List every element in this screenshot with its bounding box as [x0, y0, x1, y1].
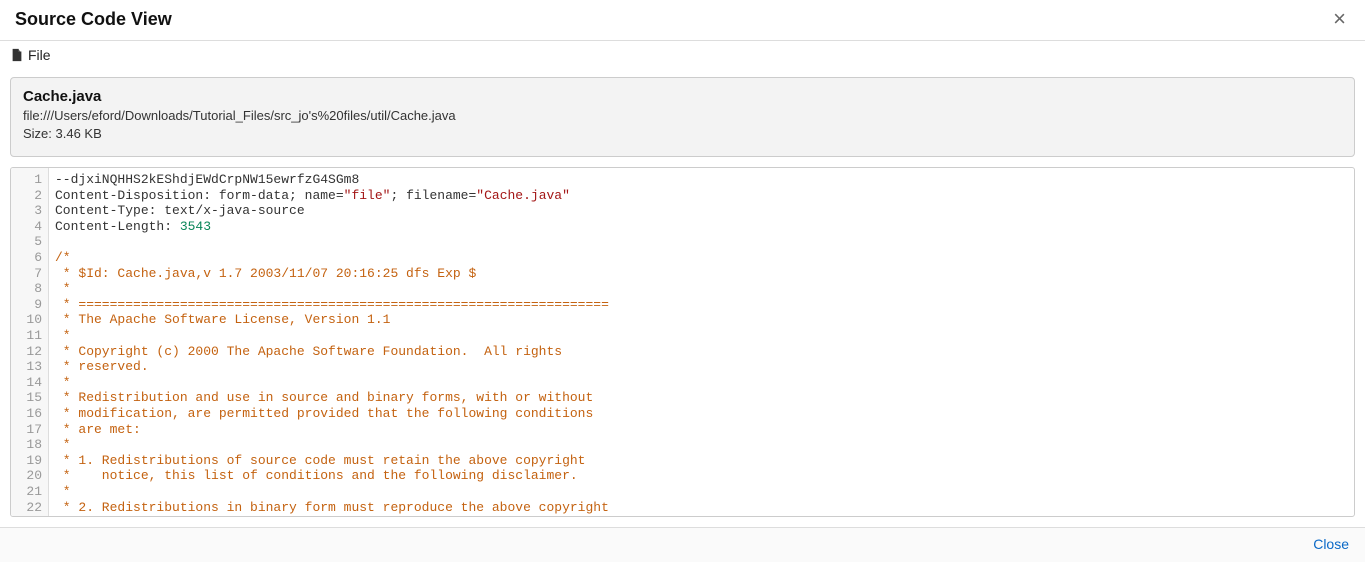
code-line: *: [55, 437, 1348, 453]
menu-bar: File: [0, 41, 1365, 73]
code-line: *: [55, 281, 1348, 297]
code-line: * ======================================…: [55, 297, 1348, 313]
close-icon[interactable]: ×: [1329, 8, 1350, 30]
code-line: *: [55, 375, 1348, 391]
close-button[interactable]: Close: [1313, 536, 1349, 552]
code-viewer: 12345678910111213141516171819202122 --dj…: [10, 167, 1355, 517]
line-number: 11: [19, 328, 42, 344]
file-menu-label: File: [28, 47, 51, 63]
code-line: Content-Length: 3543: [55, 219, 1348, 235]
code-line: * Redistribution and use in source and b…: [55, 390, 1348, 406]
code-line: * reserved.: [55, 359, 1348, 375]
line-number: 13: [19, 359, 42, 375]
file-name: Cache.java: [23, 88, 1342, 105]
code-body: --djxiNQHHS2kEShdjEWdCrpNW15ewrfzG4SGm8C…: [49, 168, 1354, 516]
modal-title: Source Code View: [15, 9, 172, 30]
code-line: --djxiNQHHS2kEShdjEWdCrpNW15ewrfzG4SGm8: [55, 172, 1348, 188]
file-path: file:///Users/eford/Downloads/Tutorial_F…: [23, 107, 1342, 125]
line-number: 2: [19, 188, 42, 204]
line-number: 16: [19, 406, 42, 422]
file-menu-button[interactable]: File: [10, 47, 51, 63]
line-number: 1: [19, 172, 42, 188]
code-line: *: [55, 328, 1348, 344]
code-line: Content-Type: text/x-java-source: [55, 203, 1348, 219]
line-number: 15: [19, 390, 42, 406]
line-number: 20: [19, 468, 42, 484]
code-line: * $Id: Cache.java,v 1.7 2003/11/07 20:16…: [55, 266, 1348, 282]
line-number: 12: [19, 344, 42, 360]
code-line: Content-Disposition: form-data; name="fi…: [55, 188, 1348, 204]
code-line: * Copyright (c) 2000 The Apache Software…: [55, 344, 1348, 360]
code-scroll-area[interactable]: 12345678910111213141516171819202122 --dj…: [11, 168, 1354, 516]
code-line: * are met:: [55, 422, 1348, 438]
line-number: 4: [19, 219, 42, 235]
code-line: * notice, this list of conditions and th…: [55, 468, 1348, 484]
code-line: *: [55, 484, 1348, 500]
line-number: 9: [19, 297, 42, 313]
code-line: * 2. Redistributions in binary form must…: [55, 500, 1348, 516]
line-number: 7: [19, 266, 42, 282]
line-number: 6: [19, 250, 42, 266]
code-line: * The Apache Software License, Version 1…: [55, 312, 1348, 328]
modal-footer: Close: [0, 527, 1365, 562]
line-number: 10: [19, 312, 42, 328]
line-number: 14: [19, 375, 42, 391]
line-number: 18: [19, 437, 42, 453]
file-size: Size: 3.46 KB: [23, 125, 1342, 143]
line-number: 5: [19, 234, 42, 250]
file-info-panel: Cache.java file:///Users/eford/Downloads…: [10, 77, 1355, 157]
line-number-gutter: 12345678910111213141516171819202122: [11, 168, 49, 516]
line-number: 19: [19, 453, 42, 469]
code-line: * 1. Redistributions of source code must…: [55, 453, 1348, 469]
file-icon: [10, 48, 24, 62]
line-number: 8: [19, 281, 42, 297]
line-number: 17: [19, 422, 42, 438]
code-line: /*: [55, 250, 1348, 266]
line-number: 3: [19, 203, 42, 219]
line-number: 21: [19, 484, 42, 500]
code-line: * modification, are permitted provided t…: [55, 406, 1348, 422]
code-line: [55, 234, 1348, 250]
line-number: 22: [19, 500, 42, 516]
modal-header: Source Code View ×: [0, 0, 1365, 41]
